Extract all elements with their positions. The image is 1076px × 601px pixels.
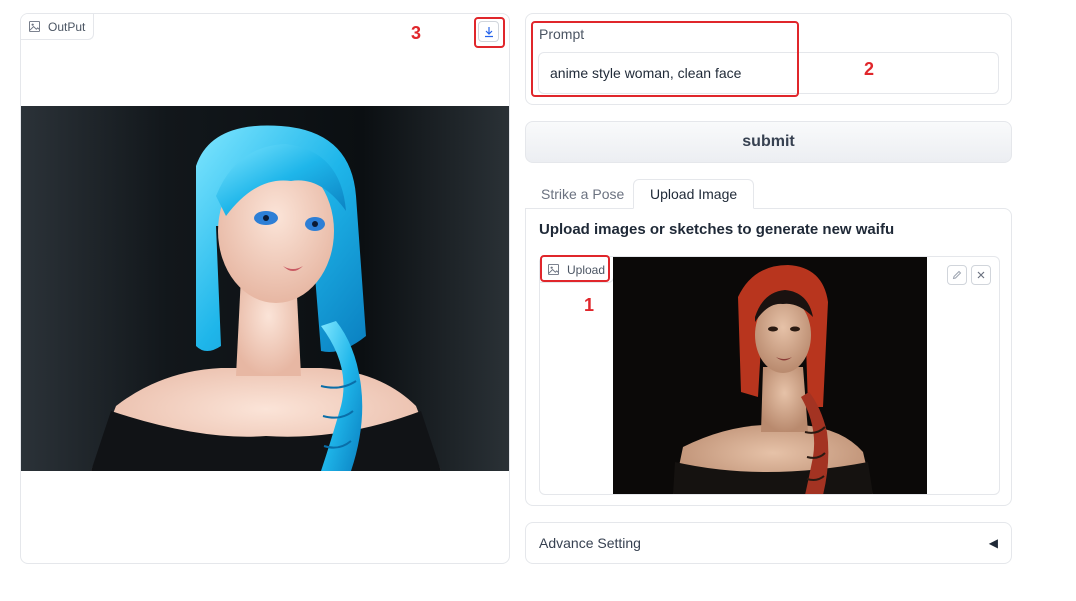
annotation-number-3: 3 bbox=[411, 23, 422, 43]
collapse-arrow-icon: ◀ bbox=[988, 536, 998, 550]
clear-button[interactable] bbox=[971, 265, 991, 285]
upload-tab-panel: Upload images or sketches to generate ne… bbox=[525, 208, 1012, 506]
output-label-text: OutPut bbox=[48, 19, 86, 34]
uploaded-image bbox=[613, 257, 927, 494]
upload-heading: Upload images or sketches to generate ne… bbox=[539, 221, 895, 238]
close-icon bbox=[977, 271, 985, 279]
output-image bbox=[21, 106, 509, 471]
annotation-number-2: 2 bbox=[864, 59, 875, 79]
submit-button[interactable]: submit bbox=[525, 121, 1012, 163]
advance-setting-accordion[interactable]: Advance Setting ◀ bbox=[525, 522, 1012, 564]
tab-upload-image[interactable]: Upload Image bbox=[633, 179, 755, 209]
output-panel: OutPut bbox=[20, 13, 510, 564]
annotation-box-2 bbox=[531, 21, 799, 97]
output-label: OutPut bbox=[21, 14, 95, 40]
image-icon bbox=[29, 21, 40, 32]
edit-button[interactable] bbox=[947, 265, 967, 285]
annotation-box-3 bbox=[474, 17, 505, 48]
upload-dropzone[interactable]: Upload bbox=[539, 256, 1000, 495]
tab-strike-a-pose[interactable]: Strike a Pose bbox=[525, 179, 640, 209]
annotation-number-1: 1 bbox=[584, 295, 595, 315]
pencil-icon bbox=[952, 270, 962, 280]
accordion-label: Advance Setting bbox=[539, 535, 641, 551]
annotation-box-1 bbox=[540, 255, 610, 282]
